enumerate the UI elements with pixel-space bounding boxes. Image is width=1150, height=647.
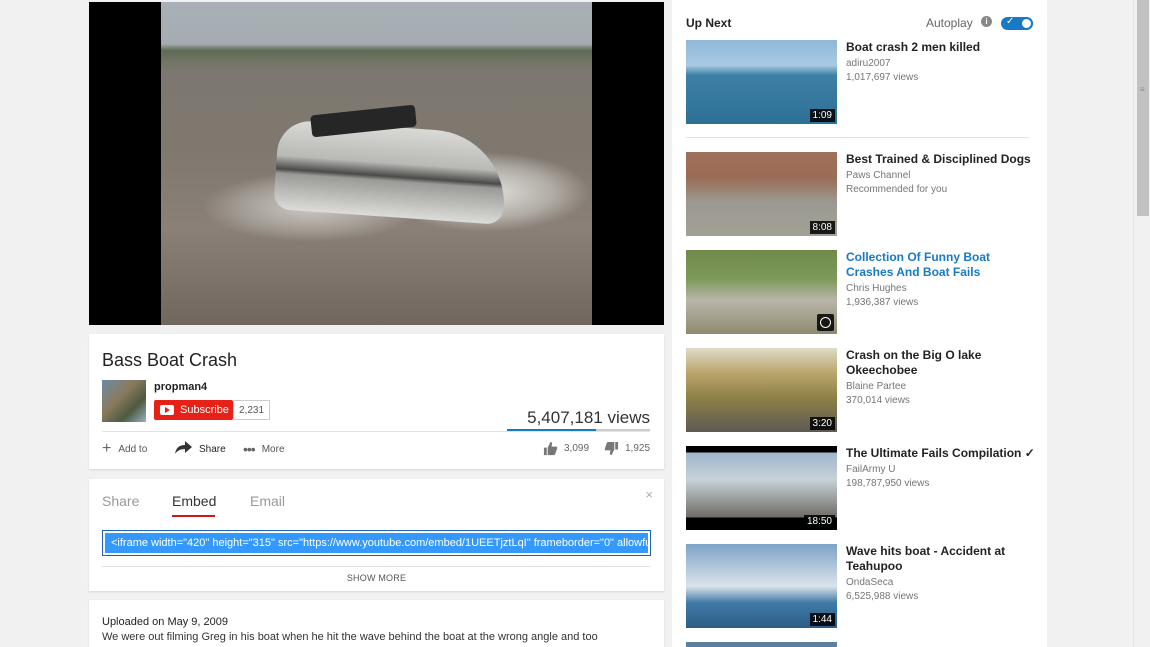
recommended-title[interactable]: Best Trained & Disciplined Dogs	[846, 152, 1036, 167]
video-info-card: Bass Boat Crash propman4 Subscribe 2,231…	[89, 334, 664, 469]
video-thumbnail[interactable]: 1:44	[686, 544, 837, 628]
show-more-button[interactable]: SHOW MORE	[89, 573, 664, 583]
add-to-button[interactable]: + Add to	[102, 440, 147, 458]
video-frame[interactable]	[161, 2, 592, 325]
video-thumbnail[interactable]: 8:08	[686, 152, 837, 236]
video-thumbnail[interactable]: 3:20	[686, 348, 837, 432]
video-boat	[273, 119, 509, 225]
duration-badge: 3:20	[809, 417, 835, 430]
share-label: Share	[199, 443, 226, 455]
scrollbar-grip-icon: ≡	[1140, 85, 1145, 94]
upload-date: Uploaded on May 9, 2009	[102, 616, 228, 628]
dislike-count: 1,925	[625, 443, 651, 454]
channel-name: OndaSeca	[846, 577, 894, 588]
like-button[interactable]: 3,099	[543, 441, 589, 456]
channel-name: Paws Channel	[846, 170, 911, 181]
recommended-video[interactable]: 1:44 Wave hits boat - Accident at Teahup…	[686, 544, 1031, 630]
more-button[interactable]: ••• More	[243, 440, 285, 458]
recommended-video[interactable]: 8:08 Best Trained & Disciplined Dogs Paw…	[686, 152, 1031, 238]
info-icon[interactable]: i	[981, 16, 992, 27]
view-count: 5,407,181 views	[527, 408, 650, 427]
embed-code-text[interactable]: <iframe width="420" height="315" src="ht…	[105, 533, 648, 553]
up-next-sidebar: Up Next Autoplay i ✓ 1:09 Boat crash 2 m…	[672, 0, 1047, 647]
video-title: Bass Boat Crash	[102, 350, 238, 370]
video-thumbnail[interactable]: 18:50	[686, 446, 837, 530]
share-button[interactable]: Share	[175, 440, 226, 458]
dislike-button[interactable]: 1,925	[604, 441, 650, 456]
share-panel: Share Embed Email × <iframe width="420" …	[89, 479, 664, 591]
recommended-title[interactable]: The Ultimate Fails Compilation ✓	[846, 446, 1036, 461]
channel-name: Blaine Partee	[846, 381, 907, 392]
thumbs-down-icon	[604, 441, 619, 456]
more-dots-icon: •••	[243, 441, 256, 457]
view-count: 370,014 views	[846, 395, 910, 406]
channel-name: FailArmy U	[846, 464, 896, 475]
description-card: Uploaded on May 9, 2009 We were out film…	[89, 600, 664, 647]
more-label: More	[261, 443, 285, 455]
description-text: We were out filming Greg in his boat whe…	[102, 631, 598, 643]
active-tab-underline	[172, 515, 215, 517]
divider	[686, 137, 1029, 138]
subscribe-button[interactable]: Subscribe	[154, 400, 233, 420]
tab-email[interactable]: Email	[250, 493, 285, 509]
divider	[102, 431, 650, 432]
autoplay-toggle[interactable]: ✓	[1001, 16, 1033, 30]
up-next-heading: Up Next	[686, 16, 732, 30]
view-count: 198,787,950 views	[846, 478, 930, 489]
video-thumbnail[interactable]	[686, 250, 837, 334]
video-thumbnail[interactable]: 1:09	[686, 40, 837, 124]
owner-name[interactable]: propman4	[154, 381, 207, 393]
channel-name: Chris Hughes	[846, 283, 907, 294]
tab-embed[interactable]: Embed	[172, 493, 216, 509]
embed-code-field[interactable]: <iframe width="420" height="315" src="ht…	[102, 530, 651, 556]
recommended-video[interactable]: 3:20 Crash on the Big O lake Okeechobee …	[686, 348, 1031, 434]
channel-name: adiru2007	[846, 58, 891, 69]
recommended-title[interactable]: Boat crash 2 men killed	[846, 40, 1036, 55]
plus-icon: +	[102, 440, 112, 457]
subscriber-count: 2,231	[233, 400, 270, 420]
video-thumbnail[interactable]	[686, 642, 837, 647]
scrollbar-thumb[interactable]	[1137, 0, 1149, 216]
view-count: 6,525,988 views	[846, 591, 919, 602]
youtube-play-icon	[160, 405, 174, 415]
share-arrow-icon	[175, 440, 192, 458]
duration-badge: 8:08	[809, 221, 835, 234]
recommended-video[interactable]: 1:09 Boat crash 2 men killed adiru2007 1…	[686, 40, 1031, 126]
subscribe-label: Subscribe	[180, 404, 229, 416]
recommended-title[interactable]: Collection Of Funny Boat Crashes And Boa…	[846, 250, 1036, 280]
duration-badge: 1:44	[809, 613, 835, 626]
recommendation-reason: Recommended for you	[846, 184, 948, 195]
like-count: 3,099	[564, 443, 590, 454]
thumbs-up-icon	[543, 441, 558, 456]
recommended-title[interactable]: Crash on the Big O lake Okeechobee	[846, 348, 1036, 378]
add-to-label: Add to	[118, 443, 148, 455]
autoplay-label: Autoplay	[926, 16, 973, 30]
duration-badge: 1:09	[809, 109, 835, 122]
tab-share[interactable]: Share	[102, 493, 139, 509]
check-icon: ✓	[1006, 16, 1015, 27]
divider	[102, 566, 650, 567]
owner-avatar[interactable]	[102, 380, 146, 422]
view-count: 1,936,387 views	[846, 297, 919, 308]
recommended-title[interactable]: Wave hits boat - Accident at Teahupoo	[846, 544, 1036, 574]
view-count: 1,017,697 views	[846, 72, 919, 83]
page-scrollbar[interactable]: ≡	[1133, 0, 1150, 647]
video-player[interactable]	[89, 2, 664, 325]
toggle-knob	[1020, 17, 1033, 30]
recommended-video[interactable]: 18:50 The Ultimate Fails Compilation ✓ F…	[686, 446, 1035, 532]
duration-badge: 18:50	[803, 515, 835, 528]
watch-later-icon[interactable]	[817, 314, 834, 331]
close-icon[interactable]: ×	[645, 487, 653, 502]
recommended-video[interactable]: Collection Of Funny Boat Crashes And Boa…	[686, 250, 1031, 336]
